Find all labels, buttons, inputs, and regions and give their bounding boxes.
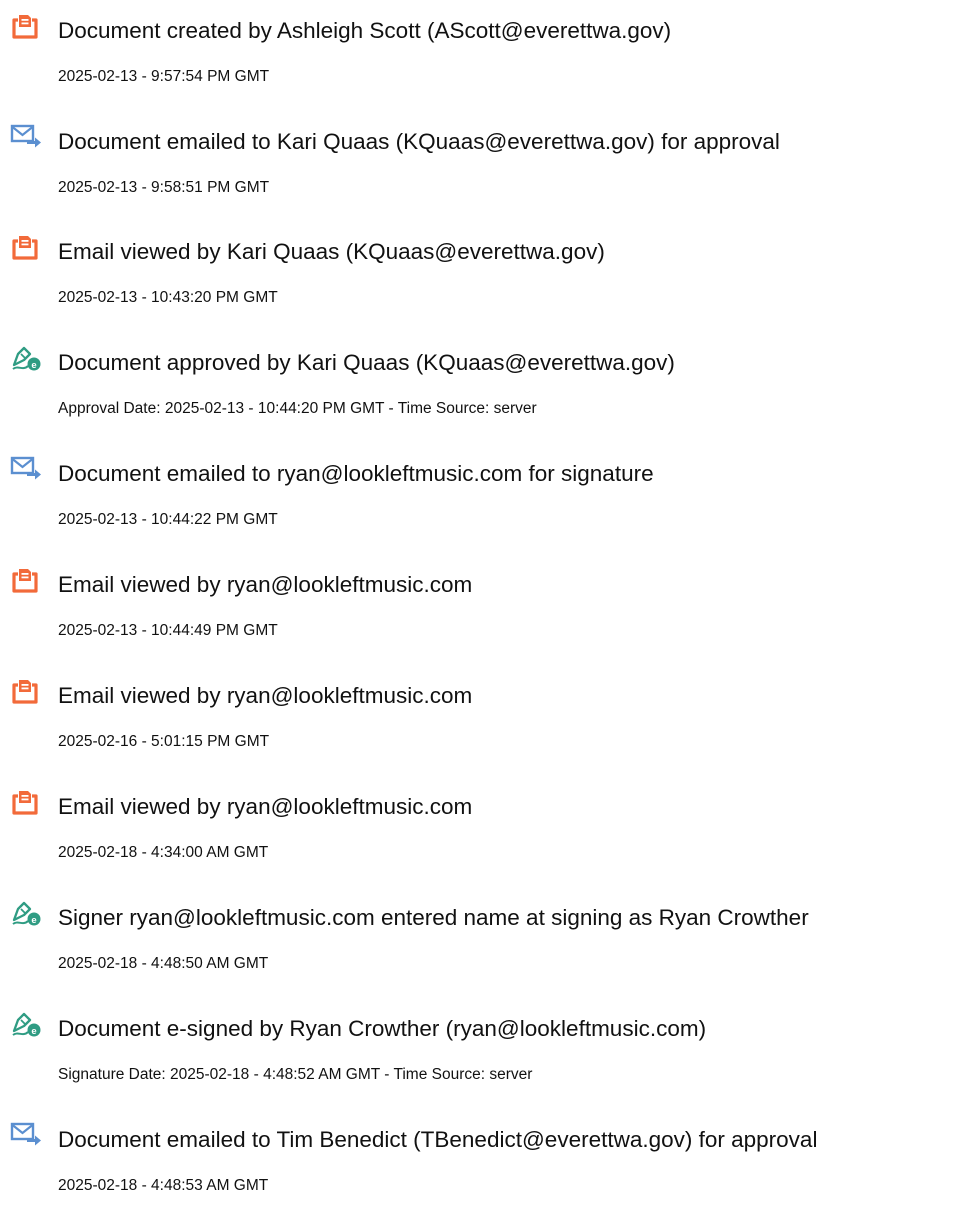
svg-text:e: e xyxy=(31,915,36,926)
audit-entry: Email viewed by ryan@lookleftmusic.com 2… xyxy=(0,787,959,887)
audit-entry-timestamp: 2025-02-18 - 4:34:00 AM GMT xyxy=(58,844,269,861)
document-icon xyxy=(10,565,44,595)
document-icon xyxy=(10,676,44,706)
email-icon xyxy=(10,1120,44,1150)
audit-entry-title: Document approved by Kari Quaas (KQuaas@… xyxy=(58,350,675,375)
signature-icon: e xyxy=(10,898,44,928)
svg-text:e: e xyxy=(31,1026,36,1037)
audit-entry: e Signer ryan@lookleftmusic.com entered … xyxy=(0,898,959,998)
audit-entry-timestamp: Signature Date: 2025-02-18 - 4:48:52 AM … xyxy=(58,1066,533,1083)
document-icon xyxy=(10,787,44,817)
audit-entry-timestamp: 2025-02-16 - 5:01:15 PM GMT xyxy=(58,733,270,750)
audit-entry: e Document e-signed by Ryan Crowther (ry… xyxy=(0,1009,959,1109)
audit-entry: Email viewed by ryan@lookleftmusic.com 2… xyxy=(0,676,959,776)
audit-entry-timestamp: 2025-02-18 - 4:48:50 AM GMT xyxy=(58,955,269,972)
svg-text:e: e xyxy=(31,360,36,371)
audit-entry: Document created by Ashleigh Scott (ASco… xyxy=(0,11,959,111)
audit-entry-timestamp: 2025-02-18 - 4:48:53 AM GMT xyxy=(58,1177,269,1194)
audit-entry-timestamp: 2025-02-13 - 10:43:20 PM GMT xyxy=(58,289,278,306)
audit-entry: Email viewed by Kari Quaas (KQuaas@evere… xyxy=(0,232,959,332)
audit-entry-title: Email viewed by ryan@lookleftmusic.com xyxy=(58,683,473,708)
audit-entry-title: Document e-signed by Ryan Crowther (ryan… xyxy=(58,1016,707,1041)
document-icon xyxy=(10,11,44,41)
audit-entry-title: Email viewed by Kari Quaas (KQuaas@evere… xyxy=(58,239,605,264)
audit-entry-title: Document emailed to Kari Quaas (KQuaas@e… xyxy=(58,129,780,154)
audit-entry: Email viewed by ryan@lookleftmusic.com 2… xyxy=(0,565,959,665)
audit-entry-title: Email viewed by ryan@lookleftmusic.com xyxy=(58,794,473,819)
audit-entry-title: Document emailed to Tim Benedict (TBened… xyxy=(58,1127,818,1152)
audit-entry-title: Email viewed by ryan@lookleftmusic.com xyxy=(58,572,473,597)
signature-icon: e xyxy=(10,1009,44,1039)
audit-entry: Document emailed to Tim Benedict (TBened… xyxy=(0,1120,959,1220)
audit-entry-timestamp: 2025-02-13 - 9:57:54 PM GMT xyxy=(58,68,270,85)
audit-entry-timestamp: Approval Date: 2025-02-13 - 10:44:20 PM … xyxy=(58,400,537,417)
email-icon xyxy=(10,122,44,152)
audit-entry-title: Signer ryan@lookleftmusic.com entered na… xyxy=(58,905,809,930)
audit-entry-timestamp: 2025-02-13 - 10:44:22 PM GMT xyxy=(58,511,278,528)
audit-entry-timestamp: 2025-02-13 - 10:44:49 PM GMT xyxy=(58,622,278,639)
audit-entry: Document emailed to ryan@lookleftmusic.c… xyxy=(0,454,959,554)
audit-entry: e Document approved by Kari Quaas (KQuaa… xyxy=(0,343,959,443)
audit-entry: Document emailed to Kari Quaas (KQuaas@e… xyxy=(0,122,959,222)
document-icon xyxy=(10,232,44,262)
email-icon xyxy=(10,454,44,484)
audit-entry-title: Document created by Ashleigh Scott (ASco… xyxy=(58,18,672,43)
audit-entry-timestamp: 2025-02-13 - 9:58:51 PM GMT xyxy=(58,179,270,196)
audit-entry-title: Document emailed to ryan@lookleftmusic.c… xyxy=(58,461,654,486)
signature-icon: e xyxy=(10,343,44,373)
